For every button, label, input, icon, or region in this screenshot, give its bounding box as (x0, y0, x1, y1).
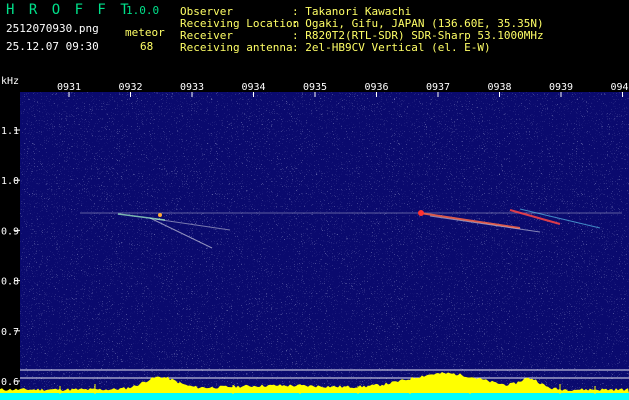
time-label: 0936 (364, 82, 388, 93)
frequency-tick-label: 0.9 (1, 226, 19, 237)
receiver-value: : R820T2(RTL-SDR) SDR-Sharp 53.1000MHz (292, 29, 544, 42)
observer-value: : Takanori Kawachi (292, 5, 412, 18)
frequency-tick-label: 1.0 (1, 176, 19, 187)
app-title: H R O F F T (6, 2, 132, 18)
location-label: Receiving Location (180, 17, 300, 30)
time-label: 0932 (118, 82, 142, 93)
time-label: 0937 (426, 82, 450, 93)
meteor-head (158, 213, 162, 217)
antenna-label: Receiving antenna (180, 41, 293, 54)
frequency-unit: kHz (1, 76, 19, 87)
header-panel: H R O F F T 1.0.0 2512070930.png 25.12.0… (0, 0, 629, 72)
noise-texture (20, 92, 629, 400)
time-label: 0934 (241, 82, 265, 93)
antenna-value: : 2el-HB9CV Vertical (el. E-W) (292, 41, 491, 54)
receiver-label: Receiver (180, 29, 233, 42)
time-label: 0938 (487, 82, 511, 93)
observer-label: Observer (180, 5, 233, 18)
time-label: 0933 (180, 82, 204, 93)
count-value: 68 (140, 40, 154, 53)
app-version: 1.0.0 (126, 4, 160, 17)
baseline-strip (0, 393, 629, 400)
frequency-tick-label: 0.6 (1, 377, 19, 388)
spectrogram: 0931 0932 0933 0934 0935 0936 0937 0938 0939 0940… (0, 72, 629, 400)
meteor-head (418, 210, 424, 216)
date-time: 25.12.07 09:30 (6, 40, 99, 53)
time-label: 0940 (610, 82, 629, 93)
file-name: 2512070930.png (6, 22, 99, 35)
count-label: meteor (125, 26, 165, 39)
location-value: : Ogaki, Gifu, JAPAN (136.60E, 35.35N) (292, 17, 544, 30)
frequency-tick-label: 0.7 (1, 327, 19, 338)
frequency-tick-label: 0.8 (1, 277, 19, 288)
time-label: 0935 (303, 82, 327, 93)
frequency-tick-label: 1.1 (1, 126, 19, 137)
time-label: 0931 (57, 82, 81, 93)
time-label: 0939 (549, 82, 573, 93)
